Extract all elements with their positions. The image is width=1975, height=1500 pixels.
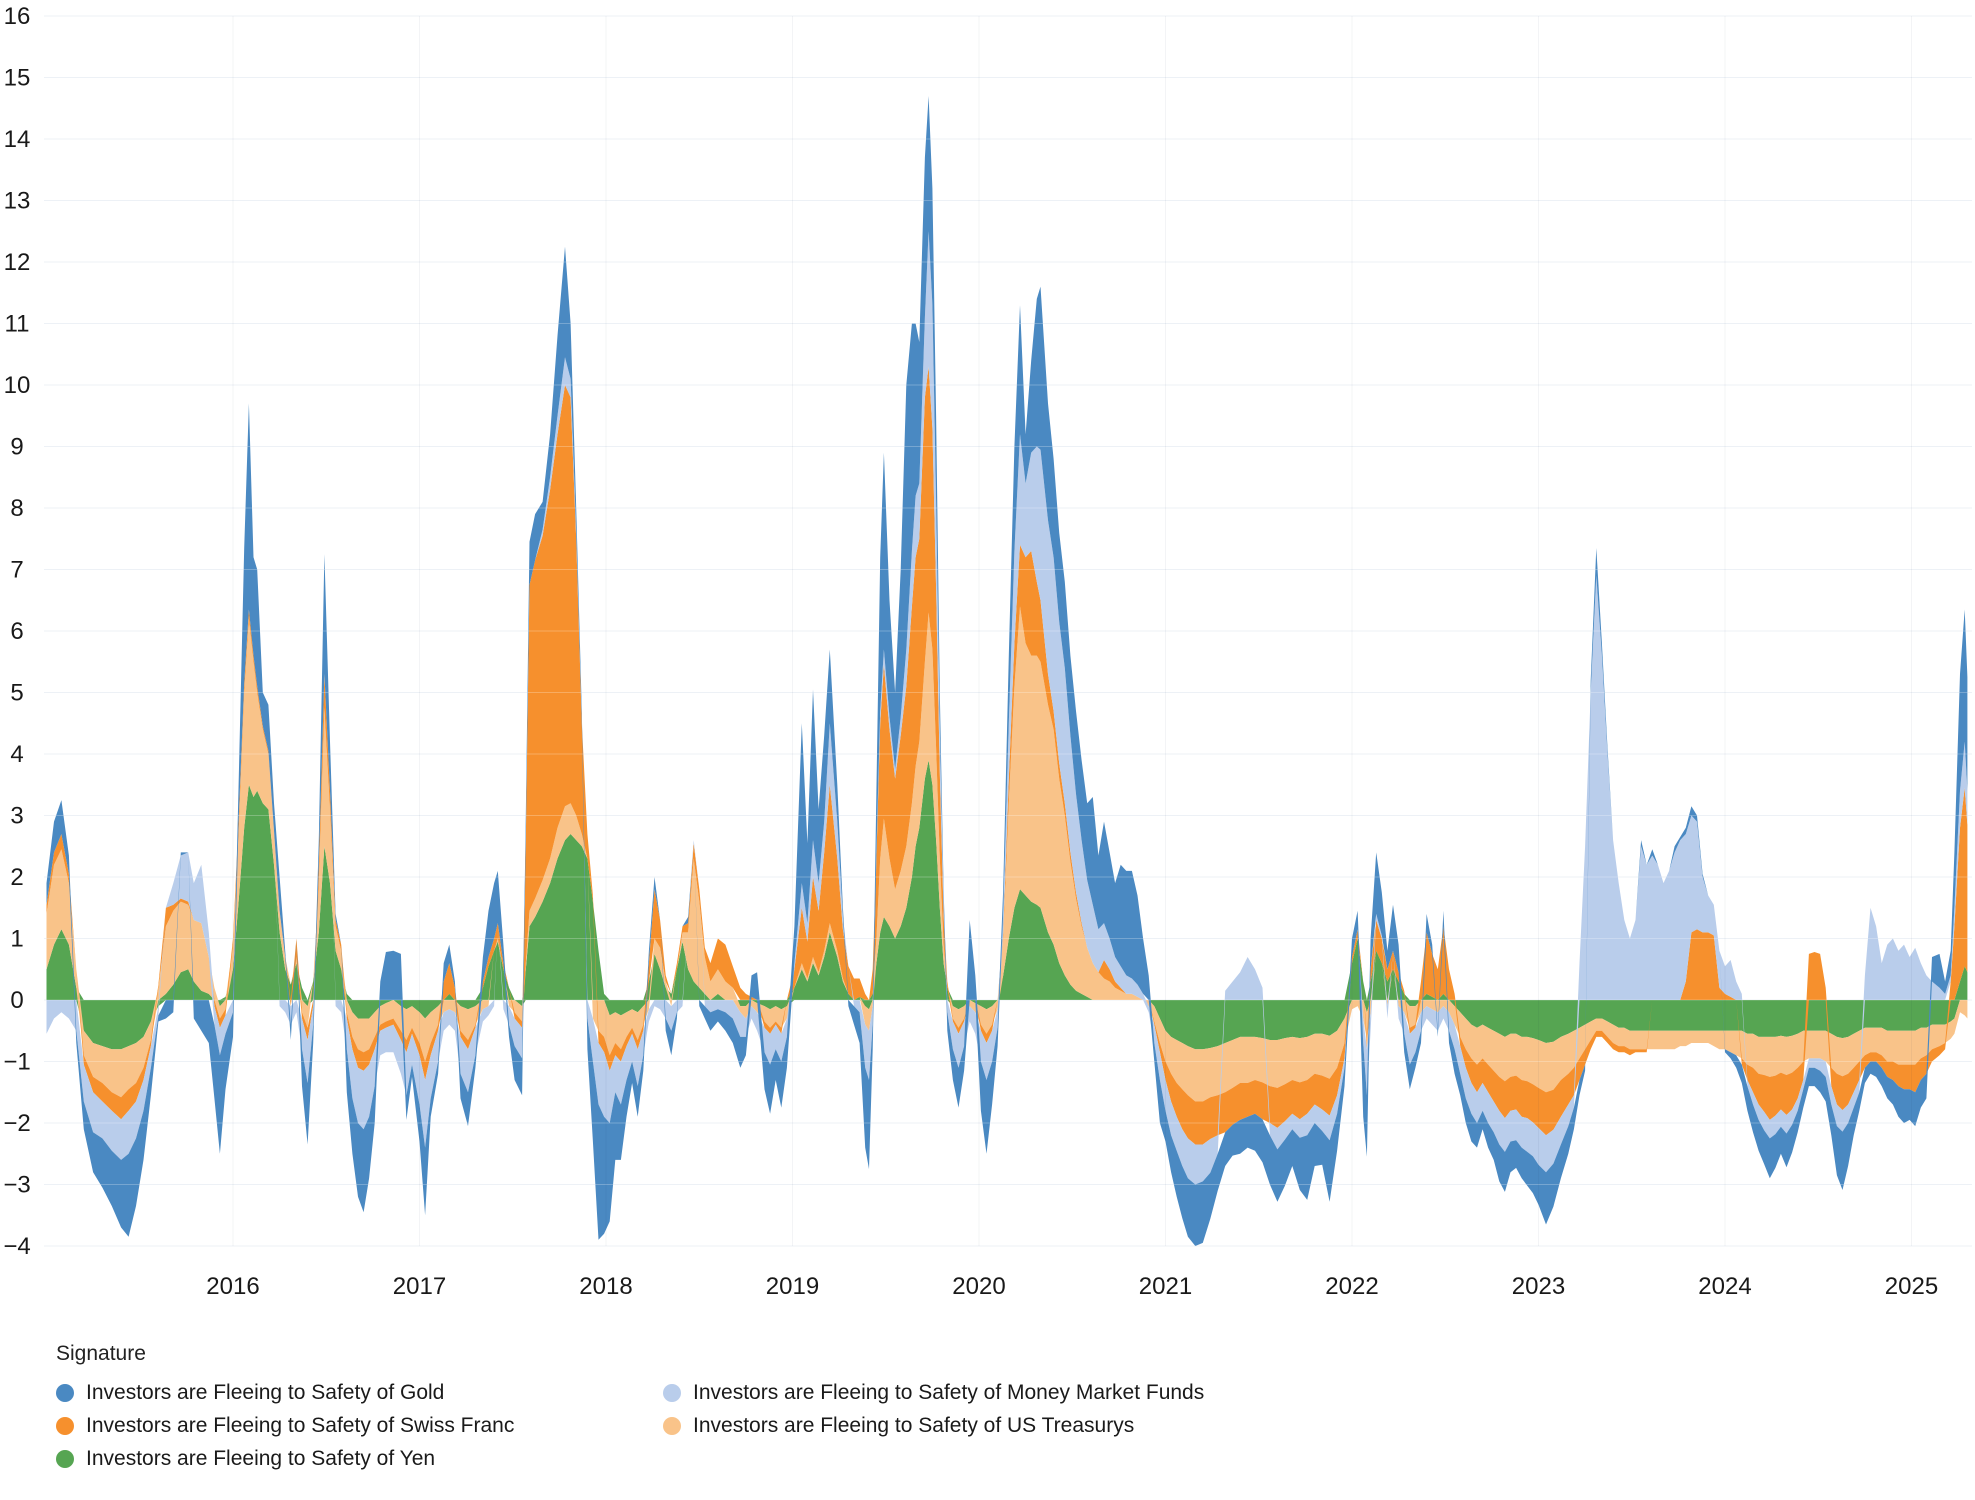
legend-dot-swiss-icon <box>56 1417 74 1435</box>
x-tick-label: 2022 <box>1325 1273 1378 1300</box>
legend-item-swiss: Investors are Fleeing to Safety of Swiss… <box>56 1409 663 1442</box>
legend-item-yen: Investors are Fleeing to Safety of Yen <box>56 1442 663 1475</box>
x-tick-label: 2025 <box>1885 1273 1938 1300</box>
legend-columns: Investors are Fleeing to Safety of Gold I… <box>56 1376 1916 1475</box>
x-tick-label: 2017 <box>393 1273 446 1300</box>
legend-label-mmf: Investors are Fleeing to Safety of Money… <box>693 1381 1204 1405</box>
y-tick-label: 7 <box>10 557 23 584</box>
legend-label-treasurys: Investors are Fleeing to Safety of US Tr… <box>693 1414 1134 1438</box>
legend-dot-gold-icon <box>56 1384 74 1402</box>
x-tick-label: 2021 <box>1139 1273 1192 1300</box>
y-tick-label: 3 <box>10 803 23 830</box>
legend-dot-mmf-icon <box>663 1384 681 1402</box>
y-tick-label: −1 <box>3 1049 30 1076</box>
chart-plot-area: −4−3−2−101234567891011121314151620162017… <box>0 0 1975 1310</box>
y-tick-label: 2 <box>10 864 23 891</box>
legend-column-0: Investors are Fleeing to Safety of Gold I… <box>56 1376 663 1475</box>
legend-dot-yen-icon <box>56 1450 74 1468</box>
y-tick-label: 6 <box>10 618 23 645</box>
y-tick-label: 15 <box>4 65 31 92</box>
legend-item-treasurys: Investors are Fleeing to Safety of US Tr… <box>663 1409 1204 1442</box>
stacked-area-chart: −4−3−2−101234567891011121314151620162017… <box>0 0 1975 1310</box>
legend-title: Signature <box>56 1342 1916 1366</box>
y-tick-label: 9 <box>10 434 23 461</box>
legend-label-swiss: Investors are Fleeing to Safety of Swiss… <box>86 1414 514 1438</box>
legend-column-1: Investors are Fleeing to Safety of Money… <box>663 1376 1204 1442</box>
y-tick-label: 14 <box>4 126 31 153</box>
x-tick-label: 2016 <box>206 1273 259 1300</box>
y-tick-label: 13 <box>4 188 31 215</box>
x-tick-label: 2019 <box>766 1273 819 1300</box>
x-tick-label: 2023 <box>1512 1273 1565 1300</box>
y-tick-label: 0 <box>10 987 23 1014</box>
y-tick-label: 16 <box>4 3 31 30</box>
y-tick-label: 12 <box>4 249 31 276</box>
x-tick-label: 2020 <box>952 1273 1005 1300</box>
legend-dot-treasurys-icon <box>663 1417 681 1435</box>
y-tick-label: 11 <box>5 311 30 338</box>
x-tick-label: 2018 <box>579 1273 632 1300</box>
y-tick-label: 1 <box>10 926 23 953</box>
y-tick-label: 8 <box>10 495 23 522</box>
area-series-gold <box>47 96 1968 1246</box>
legend-label-yen: Investors are Fleeing to Safety of Yen <box>86 1447 435 1471</box>
y-tick-label: 10 <box>4 372 31 399</box>
legend: Signature Investors are Fleeing to Safet… <box>56 1342 1916 1475</box>
legend-item-mmf: Investors are Fleeing to Safety of Money… <box>663 1376 1204 1409</box>
y-tick-label: 4 <box>10 741 23 768</box>
y-tick-label: −3 <box>3 1172 30 1199</box>
x-tick-label: 2024 <box>1698 1273 1751 1300</box>
y-tick-label: −2 <box>3 1110 30 1137</box>
legend-item-gold: Investors are Fleeing to Safety of Gold <box>56 1376 663 1409</box>
y-tick-label: −4 <box>3 1233 30 1260</box>
legend-label-gold: Investors are Fleeing to Safety of Gold <box>86 1381 444 1405</box>
y-tick-label: 5 <box>10 680 23 707</box>
